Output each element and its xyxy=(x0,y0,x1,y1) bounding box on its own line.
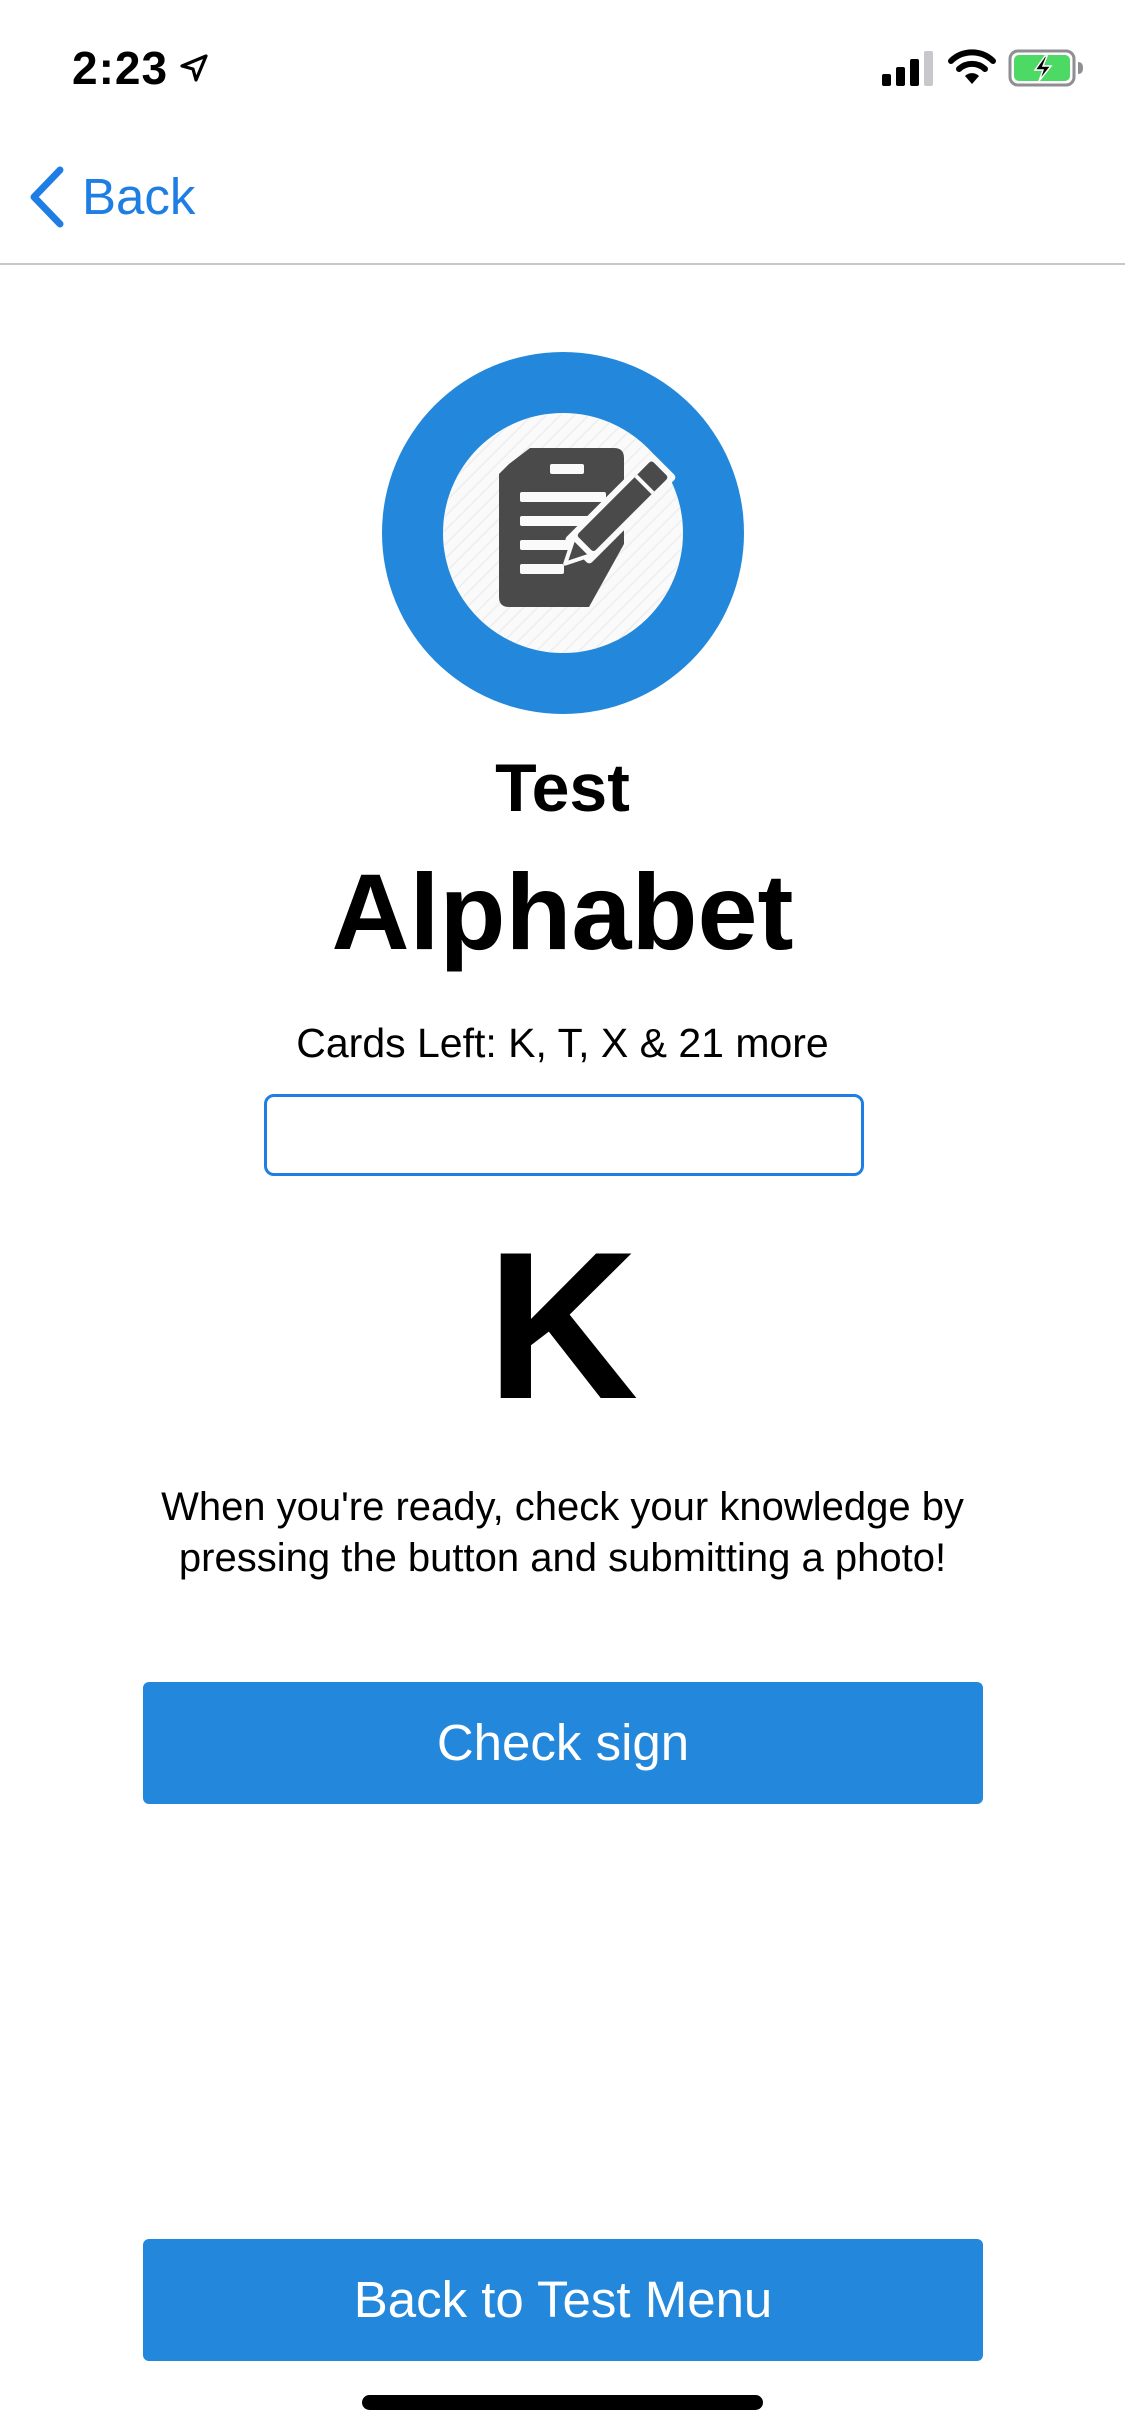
deck-title: Alphabet xyxy=(331,851,794,972)
check-sign-button[interactable]: Check sign xyxy=(143,1682,983,1804)
location-arrow-icon xyxy=(180,54,208,82)
current-letter: K xyxy=(486,1208,639,1443)
progress-bar xyxy=(264,1094,864,1176)
chevron-left-icon xyxy=(30,166,64,228)
status-time: 2:23 xyxy=(72,42,169,94)
back-button-label: Back xyxy=(82,168,196,225)
cards-left-text: Cards Left: K, T, X & 21 more xyxy=(296,1020,829,1066)
cellular-signal-icon xyxy=(882,51,933,86)
back-button[interactable]: Back xyxy=(24,162,195,232)
home-indicator xyxy=(362,2395,763,2410)
back-to-test-menu-button[interactable]: Back to Test Menu xyxy=(143,2239,983,2361)
wifi-icon xyxy=(948,49,996,84)
navigation-bar: Back xyxy=(0,132,1125,265)
instructions-text: When you're ready, check your knowledge … xyxy=(161,1485,964,1580)
test-document-pencil-icon xyxy=(382,352,744,714)
status-bar: 2:23 xyxy=(0,0,1125,132)
battery-charging-icon xyxy=(1008,49,1083,87)
mode-label: Test xyxy=(495,750,630,826)
